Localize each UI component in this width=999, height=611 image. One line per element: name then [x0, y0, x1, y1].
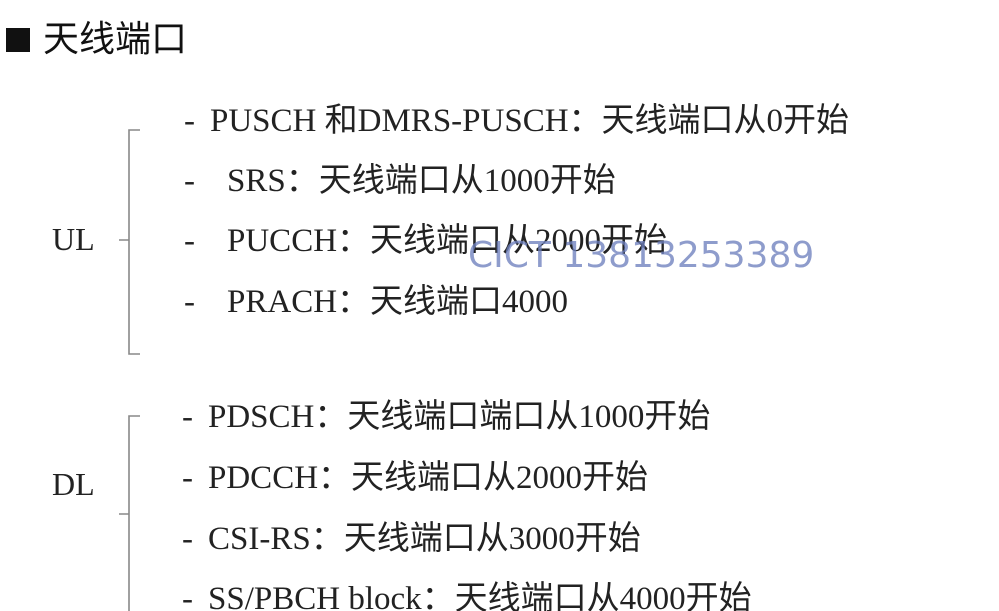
dl-item-pdsch: - PDSCH：天线端口端口从1000开始: [182, 399, 711, 435]
square-bullet-icon: [6, 28, 30, 52]
ul-brace: [119, 129, 140, 355]
dl-item-ss-pbch: - SS/PBCH block：天线端口从4000开始: [182, 581, 752, 611]
title-text: 天线端口: [43, 19, 188, 60]
ul-label: UL: [52, 221, 95, 257]
ul-item-prach: - PRACH：天线端口4000: [184, 284, 569, 320]
ul-item-srs: - SRS：天线端口从1000开始: [184, 163, 616, 199]
slide: 天线端口 UL - PUSCH 和DMRS-PUSCH：天线端口从0开始 - SRS…: [0, 0, 999, 611]
watermark-text: CICT 13813253389: [468, 235, 815, 276]
dl-item-csi-rs: - CSI-RS：天线端口从3000开始: [182, 521, 641, 557]
dl-label: DL: [52, 466, 95, 502]
slide-title: 天线端口: [6, 22, 187, 58]
ul-item-pusch: - PUSCH 和DMRS-PUSCH：天线端口从0开始: [184, 103, 850, 139]
dl-brace: [119, 415, 140, 611]
dl-item-pdcch: - PDCCH：天线端口从2000开始: [182, 460, 649, 496]
